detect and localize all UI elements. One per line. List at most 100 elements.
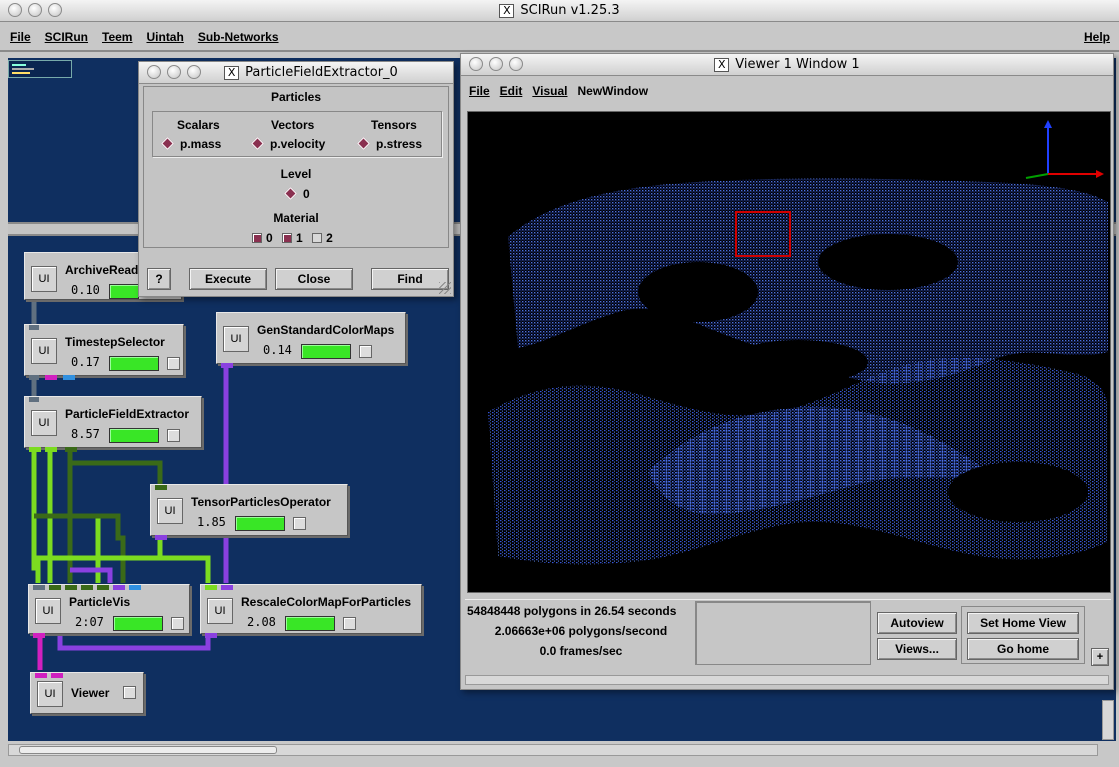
zoom-window-button[interactable] — [187, 65, 201, 79]
input-port[interactable] — [129, 585, 141, 590]
input-port[interactable] — [81, 585, 93, 590]
level-radio[interactable]: 0 — [284, 187, 310, 201]
viewer-menu-newwindow[interactable]: NewWindow — [577, 84, 648, 98]
input-port[interactable] — [51, 673, 63, 678]
close-button[interactable]: Close — [275, 268, 353, 290]
module-toggle[interactable] — [293, 517, 306, 530]
tensor-radio[interactable]: p.stress — [357, 137, 422, 151]
window-controls[interactable] — [8, 3, 62, 17]
window-controls[interactable] — [469, 57, 523, 71]
scrollbar-thumb[interactable] — [19, 746, 277, 754]
input-port[interactable] — [29, 325, 39, 330]
module-particlefieldextractor[interactable]: UI ParticleFieldExtractor 8.57 — [24, 396, 202, 452]
close-window-button[interactable] — [8, 3, 22, 17]
main-titlebar[interactable]: X SCIRun v1.25.3 — [0, 0, 1119, 22]
module-toggle[interactable] — [171, 617, 184, 630]
viewer-render-area[interactable] — [467, 111, 1111, 593]
close-window-button[interactable] — [469, 57, 483, 71]
expand-button[interactable]: + — [1091, 648, 1109, 666]
menu-uintah[interactable]: Uintah — [146, 30, 183, 44]
module-toggle[interactable] — [167, 357, 180, 370]
find-button[interactable]: Find — [371, 268, 449, 290]
close-window-button[interactable] — [147, 65, 161, 79]
material-checkbox-1[interactable]: 1 — [282, 231, 303, 245]
module-ui-button[interactable]: UI — [35, 598, 61, 624]
output-port[interactable] — [155, 535, 167, 540]
module-ui-button[interactable]: UI — [157, 498, 183, 524]
minimize-window-button[interactable] — [489, 57, 503, 71]
autoview-button[interactable]: Autoview — [877, 612, 957, 634]
window-controls[interactable] — [147, 65, 201, 79]
vector-radio[interactable]: p.velocity — [251, 137, 325, 151]
canvas-horizontal-scrollbar[interactable] — [8, 744, 1098, 756]
input-port[interactable] — [221, 585, 233, 590]
viewer-menu-visual[interactable]: Visual — [532, 84, 567, 98]
module-viewer[interactable]: UI Viewer — [30, 672, 144, 714]
scalar-radio[interactable]: p.mass — [161, 137, 221, 151]
menu-scirun[interactable]: SCIRun — [45, 30, 88, 44]
input-port[interactable] — [65, 585, 77, 590]
extractor-titlebar[interactable]: X ParticleFieldExtractor_0 — [139, 62, 453, 84]
module-rescalecolormapforparticles[interactable]: UI RescaleColorMapForParticles 2.08 — [200, 584, 422, 638]
output-port[interactable] — [33, 633, 45, 638]
minimize-window-button[interactable] — [28, 3, 42, 17]
module-ui-button[interactable]: UI — [31, 266, 57, 292]
viewer-titlebar[interactable]: X Viewer 1 Window 1 — [461, 54, 1113, 76]
output-port[interactable] — [29, 375, 39, 380]
input-port[interactable] — [49, 585, 61, 590]
viewer-menu-file[interactable]: File — [469, 84, 490, 98]
extractor-dialog: X ParticleFieldExtractor_0 Particles Sca… — [138, 61, 454, 297]
views-button[interactable]: Views... — [877, 638, 957, 660]
input-port[interactable] — [33, 585, 45, 590]
resize-grip-icon[interactable] — [439, 282, 451, 294]
output-port[interactable] — [205, 633, 217, 638]
module-time: 2:07 — [75, 615, 104, 629]
output-port[interactable] — [29, 447, 41, 452]
module-toggle[interactable] — [167, 429, 180, 442]
input-port[interactable] — [155, 485, 167, 490]
output-port[interactable] — [45, 447, 57, 452]
menu-help[interactable]: Help — [1084, 30, 1110, 44]
output-port[interactable] — [221, 363, 233, 368]
canvas-vertical-scrollbar[interactable] — [1102, 700, 1114, 740]
zoom-window-button[interactable] — [48, 3, 62, 17]
module-toggle[interactable] — [359, 345, 372, 358]
zoom-window-button[interactable] — [509, 57, 523, 71]
viewer-horizontal-scrollbar[interactable] — [465, 675, 1109, 685]
module-progress-bar — [109, 356, 159, 371]
module-particlevis[interactable]: UI ParticleVis 2:07 — [28, 584, 190, 638]
material-checkbox-2[interactable]: 2 — [312, 231, 333, 245]
module-toggle[interactable] — [343, 617, 356, 630]
module-ui-button[interactable]: UI — [37, 681, 63, 707]
viewer-menu-edit[interactable]: Edit — [500, 84, 523, 98]
module-tensorparticlesoperator[interactable]: UI TensorParticlesOperator 1.85 — [150, 484, 348, 540]
module-toggle[interactable] — [123, 686, 136, 699]
input-port[interactable] — [97, 585, 109, 590]
input-port[interactable] — [35, 673, 47, 678]
output-port[interactable] — [65, 447, 77, 452]
module-ui-button[interactable]: UI — [207, 598, 233, 624]
input-port[interactable] — [205, 585, 217, 590]
menu-file[interactable]: File — [10, 30, 31, 44]
execute-button[interactable]: Execute — [189, 268, 267, 290]
module-ui-button[interactable]: UI — [31, 410, 57, 436]
menu-subnetworks[interactable]: Sub-Networks — [198, 30, 279, 44]
go-home-button[interactable]: Go home — [967, 638, 1079, 660]
minimize-window-button[interactable] — [167, 65, 181, 79]
input-port[interactable] — [29, 397, 39, 402]
module-ui-button[interactable]: UI — [223, 326, 249, 352]
menu-teem[interactable]: Teem — [102, 30, 132, 44]
output-port[interactable] — [63, 375, 75, 380]
particle-render — [488, 120, 1108, 565]
module-timestepselector[interactable]: UI TimestepSelector 0.17 — [24, 324, 184, 380]
module-ui-button[interactable]: UI — [31, 338, 57, 364]
dark-void — [948, 462, 1088, 522]
help-button[interactable]: ? — [147, 268, 171, 290]
module-genstandardcolormaps[interactable]: UI GenStandardColorMaps 0.14 — [216, 312, 406, 368]
material-checkboxes: 0 1 2 — [252, 231, 333, 245]
input-port[interactable] — [113, 585, 125, 590]
x11-icon: X — [224, 65, 240, 80]
output-port[interactable] — [45, 375, 57, 380]
material-checkbox-0[interactable]: 0 — [252, 231, 273, 245]
set-home-view-button[interactable]: Set Home View — [967, 612, 1079, 634]
